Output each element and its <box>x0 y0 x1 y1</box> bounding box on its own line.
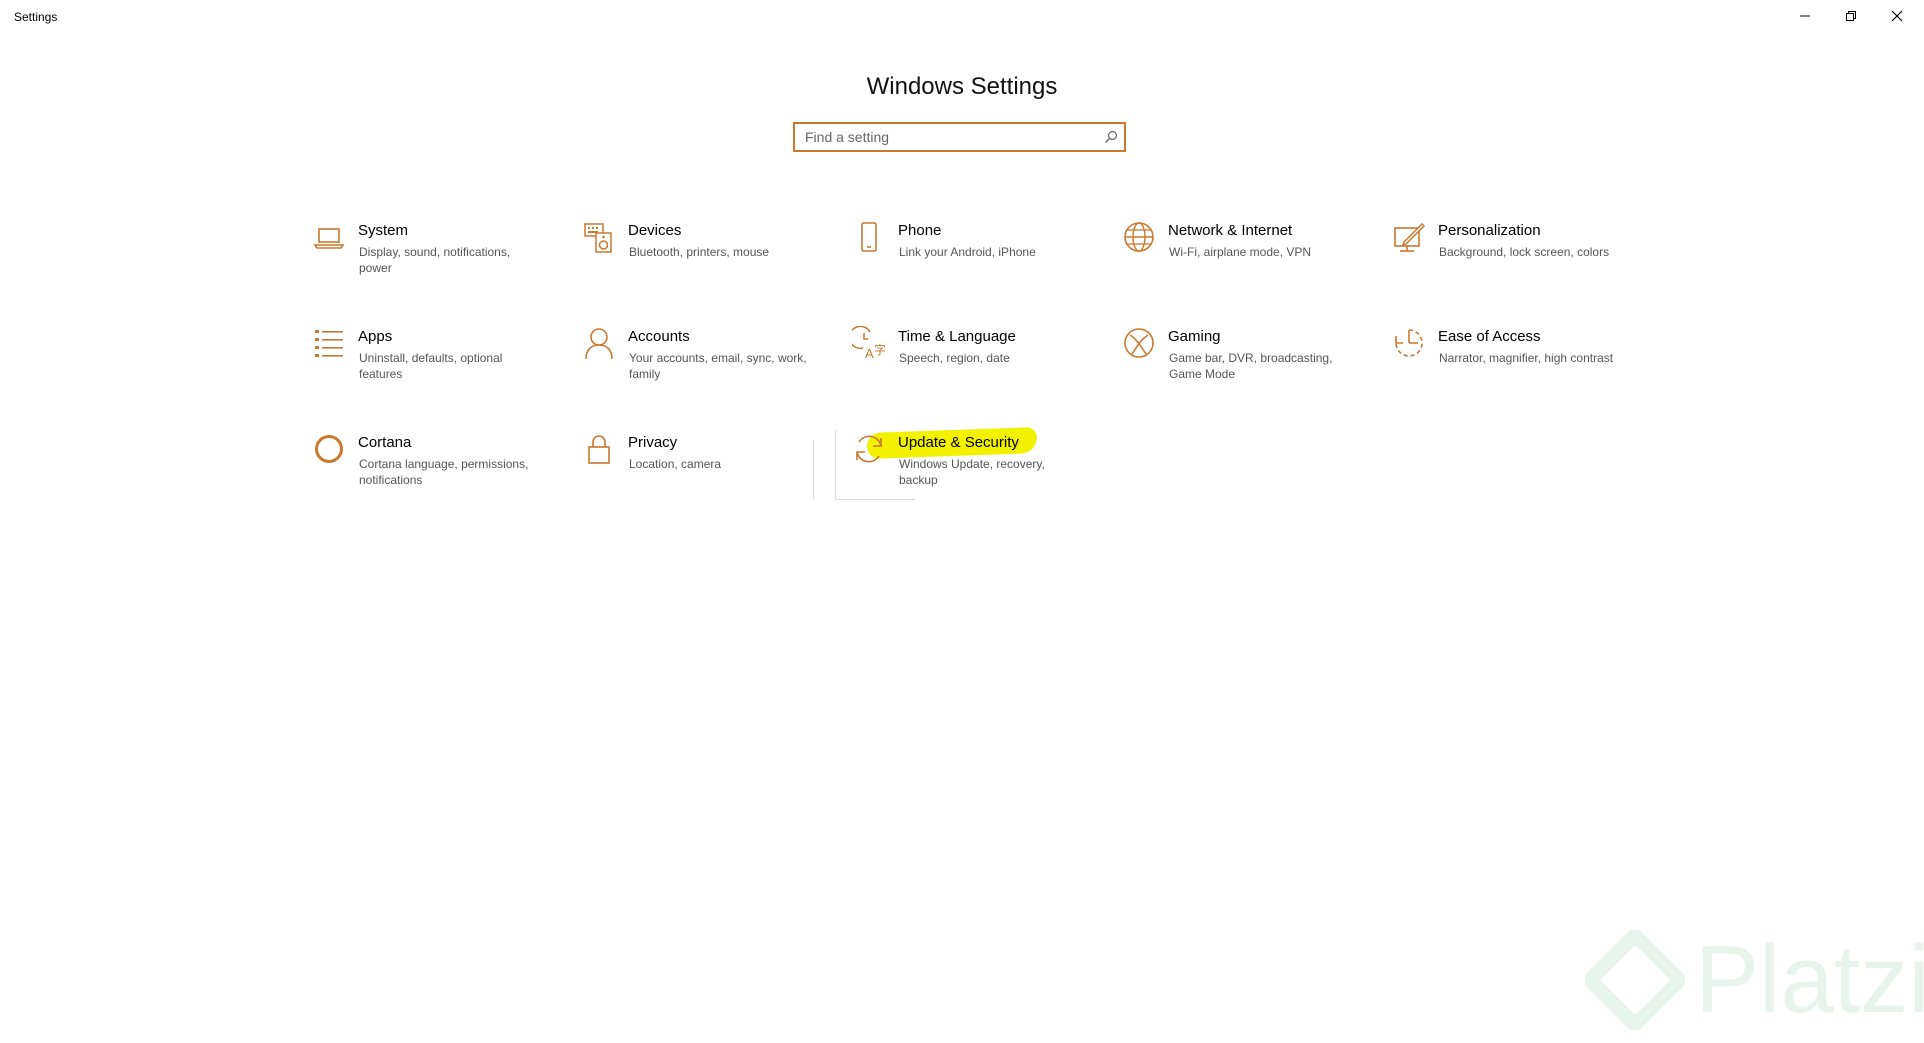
phone-icon <box>852 220 886 254</box>
tile-desc: Bluetooth, printers, mouse <box>629 245 770 259</box>
tile-name: Personalization <box>1438 222 1541 239</box>
tile-name: Time & Language <box>898 328 1016 345</box>
tile-name: Accounts <box>628 328 690 345</box>
tile-cortana[interactable]: Cortana Cortana language, permissions, n… <box>306 428 546 518</box>
tile-desc: Narrator, magnifier, high contrast <box>1439 351 1614 365</box>
app-list-icon <box>312 326 346 360</box>
ease-of-access-icon <box>1392 326 1426 360</box>
tile-desc: Game bar, DVR, broadcasting, Game Mode <box>1169 351 1333 381</box>
search-box[interactable] <box>793 122 1126 152</box>
tile-phone[interactable]: Phone Link your Android, iPhone <box>846 216 1086 306</box>
tile-update-security[interactable]: Update & Security Windows Update, recove… <box>846 428 1086 518</box>
tile-desc: Display, sound, notifications, power <box>359 245 511 275</box>
title-bar: Settings <box>0 0 1924 34</box>
tile-apps[interactable]: Apps Uninstall, defaults, optional featu… <box>306 322 546 412</box>
tile-ease-of-access[interactable]: Ease of Access Narrator, magnifier, high… <box>1386 322 1626 412</box>
globe-icon <box>1122 220 1156 254</box>
tile-desc: Uninstall, defaults, optional features <box>359 351 503 381</box>
tile-desc: Location, camera <box>629 457 722 471</box>
person-icon <box>582 326 616 360</box>
tile-system[interactable]: System Display, sound, notifications, po… <box>306 216 546 306</box>
page-title: Windows Settings <box>866 73 1058 101</box>
keyboard-speaker-icon <box>582 220 616 254</box>
tile-gaming[interactable]: Gaming Game bar, DVR, broadcasting, Game… <box>1116 322 1356 412</box>
tile-name: System <box>358 222 409 239</box>
tile-name: Gaming <box>1168 328 1221 345</box>
tile-devices[interactable]: Devices Bluetooth, printers, mouse <box>576 216 816 306</box>
time-language-icon: A字 <box>852 326 886 360</box>
app-title: Settings <box>14 10 58 24</box>
tile-name: Update & Security <box>898 434 1019 451</box>
tile-name: Apps <box>358 328 393 345</box>
xbox-icon <box>1122 326 1156 360</box>
tile-name: Devices <box>628 222 682 239</box>
svg-text:A: A <box>865 346 874 360</box>
tile-accounts[interactable]: Accounts Your accounts, email, sync, wor… <box>576 322 816 412</box>
tile-desc: Cortana language, permissions, notificat… <box>359 457 529 487</box>
cortana-ring-icon <box>312 432 346 466</box>
tile-name: Network & Internet <box>1168 222 1293 239</box>
tile-desc: Wi-Fi, airplane mode, VPN <box>1169 245 1312 259</box>
lock-icon <box>582 432 616 466</box>
restore-icon <box>1846 11 1856 21</box>
tile-name: Ease of Access <box>1438 328 1541 345</box>
svg-text:字: 字 <box>874 342 886 357</box>
sync-arrows-icon <box>852 432 886 466</box>
watermark-text: Platzi <box>1695 926 1924 1033</box>
tile-network[interactable]: Network & Internet Wi-Fi, airplane mode,… <box>1116 216 1356 306</box>
tile-desc: Your accounts, email, sync, work, family <box>629 351 807 381</box>
tile-privacy[interactable]: Privacy Location, camera <box>576 428 816 518</box>
tile-name: Phone <box>898 222 942 239</box>
restore-button[interactable] <box>1828 0 1874 32</box>
tile-desc: Background, lock screen, colors <box>1439 245 1610 259</box>
tile-desc: Speech, region, date <box>899 351 1010 365</box>
tile-desc: Link your Android, iPhone <box>899 245 1036 259</box>
close-button[interactable] <box>1874 0 1920 32</box>
close-icon <box>1891 10 1903 22</box>
platzi-watermark: Platzi <box>1585 925 1924 1035</box>
minimize-button[interactable] <box>1782 0 1828 32</box>
laptop-icon <box>312 220 346 254</box>
tile-name: Privacy <box>628 434 678 451</box>
platzi-logo-icon <box>1585 930 1685 1030</box>
tile-time-language[interactable]: A字 Time & Language Speech, region, date <box>846 322 1086 412</box>
tile-hover-border <box>835 430 836 500</box>
search-input[interactable] <box>795 125 1098 149</box>
paint-pen-icon <box>1392 220 1426 254</box>
tile-personalization[interactable]: Personalization Background, lock screen,… <box>1386 216 1626 306</box>
tile-desc: Windows Update, recovery, backup <box>899 457 1045 487</box>
search-icon[interactable] <box>1098 124 1124 150</box>
minimize-icon <box>1800 15 1810 17</box>
tile-name: Cortana <box>358 434 412 451</box>
